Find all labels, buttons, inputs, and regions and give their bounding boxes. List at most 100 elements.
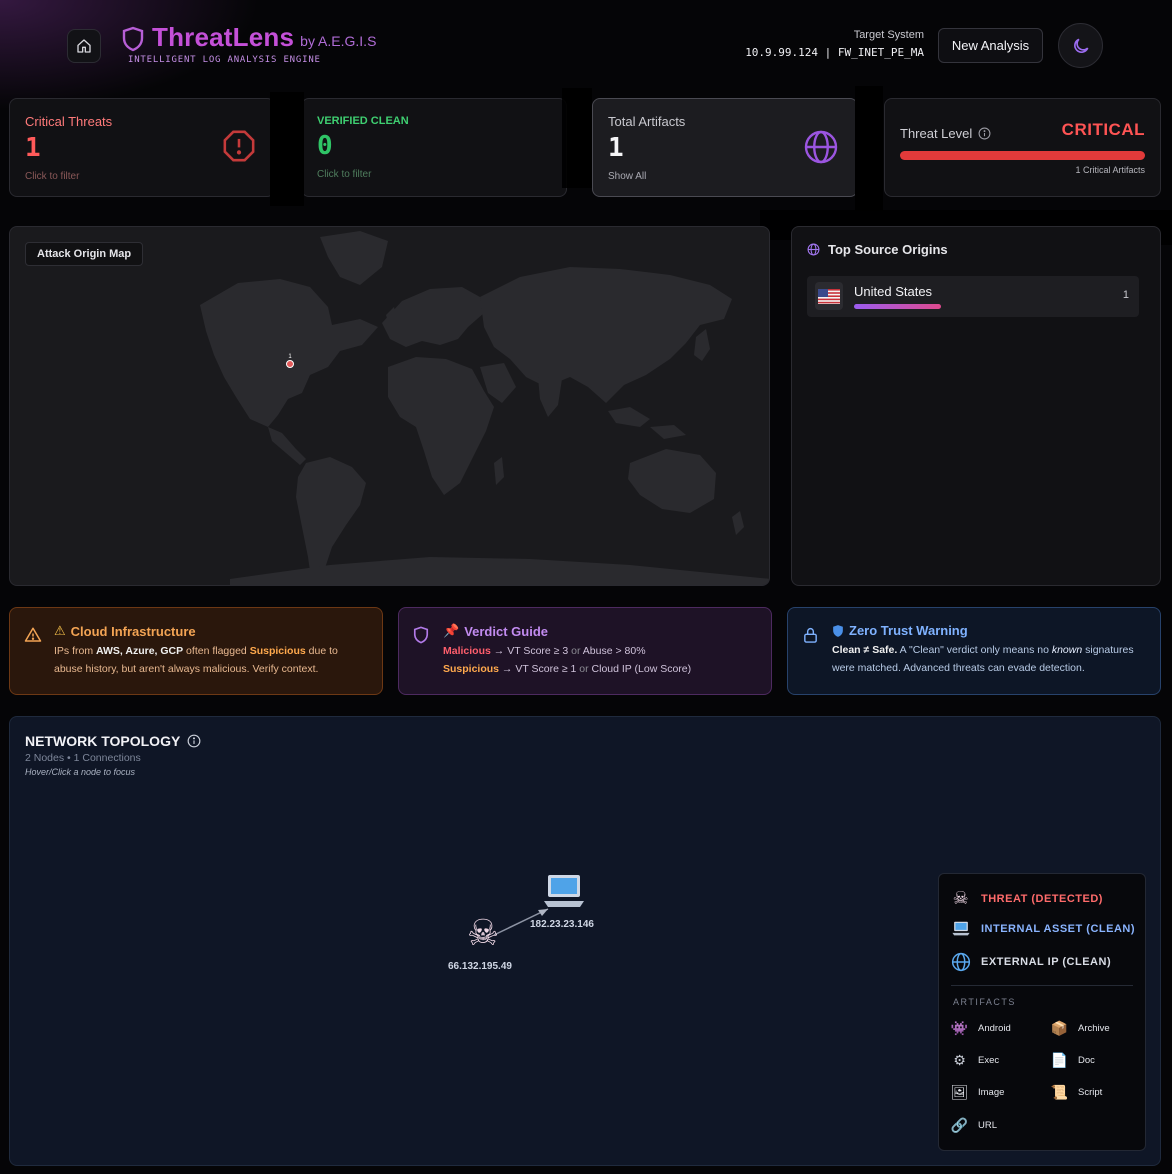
total-artifacts-card[interactable]: Total Artifacts 1 Show All <box>592 98 858 197</box>
origin-marker[interactable] <box>286 360 294 368</box>
home-button[interactable] <box>67 29 101 63</box>
verdict-rule: Cloud IP (Low Score) <box>588 663 692 675</box>
card-hint: Click to filter <box>317 169 372 180</box>
info-body: Malicious → VT Score ≥ 3 or Abuse > 80% … <box>443 642 756 678</box>
pushpin-icon: 📌 <box>443 623 460 638</box>
verdict-or: or <box>579 663 589 675</box>
threat-level-value: CRITICAL <box>1061 120 1145 139</box>
artifact-label: Archive <box>1078 1023 1110 1034</box>
threat-level-bar <box>900 151 1145 160</box>
legend-internal: INTERNAL ASSET (CLEAN) <box>951 920 1135 938</box>
shield-outline-icon <box>413 626 429 644</box>
home-icon <box>77 39 91 53</box>
artifact-label: Android <box>978 1023 1011 1034</box>
lock-icon <box>804 627 817 643</box>
globe-icon <box>951 952 971 972</box>
verdict-malicious: Malicious <box>443 645 491 657</box>
verdict-suspicious: Suspicious <box>443 663 500 675</box>
globe-icon <box>807 243 820 256</box>
verified-clean-card[interactable]: VERIFIED CLEAN 0 Click to filter <box>301 98 567 197</box>
topology-legend: ☠ THREAT (DETECTED) INTERNAL ASSET (CLEA… <box>938 873 1146 1151</box>
warning-triangle-icon <box>24 627 42 642</box>
card-title: VERIFIED CLEAN <box>317 115 409 127</box>
brand: ThreatLens by A.E.G.I.S INTELLIGENT LOG … <box>118 22 376 65</box>
info-text: IPs from <box>54 645 97 657</box>
shadow-artifact <box>270 92 304 206</box>
info-title: Cloud Infrastructure <box>70 623 196 639</box>
warning-emoji-icon: ⚠ <box>54 623 66 638</box>
verdict-rule: → VT Score ≥ 3 <box>490 645 572 657</box>
map-label: Attack Origin Map <box>25 242 144 266</box>
verdict-rule-suspicious: Suspicious → VT Score ≥ 1 or Cloud IP (L… <box>443 660 756 678</box>
target-label: Target System <box>853 29 924 41</box>
node-label: 66.132.195.49 <box>448 961 512 972</box>
info-icon[interactable] <box>978 127 991 140</box>
info-title-row: Zero Trust Warning <box>832 623 1145 638</box>
info-title-row: ⚠ Cloud Infrastructure <box>54 623 367 639</box>
target-system: Target System 10.9.99.124 | FW_INET_PE_M… <box>745 29 924 59</box>
artifact-label: Image <box>978 1087 1005 1098</box>
scroll-icon: 📜 <box>1050 1084 1069 1100</box>
info-highlight: known <box>1051 644 1083 656</box>
card-value: 0 <box>317 131 333 161</box>
theme-toggle-button[interactable] <box>1058 23 1103 68</box>
artifact-image: 🖼 Image <box>950 1084 1005 1101</box>
legend-divider <box>951 985 1133 986</box>
verdict-rule-malicious: Malicious → VT Score ≥ 3 or Abuse > 80% <box>443 642 756 660</box>
node-label: 182.23.23.146 <box>530 919 594 930</box>
us-flag-icon <box>815 282 843 310</box>
artifact-url: 🔗 URL <box>951 1117 997 1134</box>
archive-icon: 📦 <box>1050 1020 1069 1036</box>
info-highlight: Clean ≠ Safe. <box>832 644 898 656</box>
image-icon: 🖼 <box>950 1084 969 1100</box>
info-text: A "Clean" verdict only means no <box>897 644 1052 656</box>
globe-icon <box>804 130 838 164</box>
legend-label: THREAT (DETECTED) <box>981 892 1103 905</box>
artifact-exec: ⚙ Exec <box>951 1052 999 1069</box>
cloud-infrastructure-box: ⚠ Cloud Infrastructure IPs from AWS, Azu… <box>9 607 383 695</box>
document-icon: 📄 <box>1050 1052 1069 1068</box>
info-text: often flagged <box>183 645 250 657</box>
us-flag <box>818 288 840 304</box>
legend-label: EXTERNAL IP (CLEAN) <box>981 956 1112 968</box>
world-map: 1 <box>200 231 769 585</box>
threat-level-hint: 1 Critical Artifacts <box>1075 165 1145 175</box>
gear-icon: ⚙ <box>953 1052 966 1068</box>
origins-title: Top Source Origins <box>828 242 948 257</box>
artifact-script: 📜 Script <box>1050 1084 1103 1101</box>
info-highlight: Suspicious <box>249 645 306 657</box>
card-title: Critical Threats <box>25 114 113 129</box>
new-analysis-button[interactable]: New Analysis <box>938 28 1043 63</box>
shadow-artifact <box>855 86 883 211</box>
verdict-guide-box: 📌 Verdict Guide Malicious → VT Score ≥ 3… <box>398 607 772 695</box>
topology-node-threat[interactable]: ☠ <box>457 911 509 955</box>
info-body: Clean ≠ Safe. A "Clean" verdict only mea… <box>832 641 1145 677</box>
skull-crossbones-icon: ☠ <box>466 912 500 953</box>
origin-count: 1 <box>1122 289 1129 301</box>
attack-origin-map[interactable]: 1 Attack Origin Map <box>9 226 770 586</box>
card-hint: Click to filter <box>25 171 80 182</box>
top-source-origins-panel: Top Source Origins United States 1 <box>791 226 1161 586</box>
artifact-android: 👾 Android <box>951 1020 1011 1037</box>
origins-title-row: Top Source Origins <box>807 242 948 257</box>
alert-octagon-icon <box>223 130 255 162</box>
origin-row[interactable]: United States 1 <box>807 276 1139 317</box>
skull-crossbones-icon: ☠ <box>952 888 970 908</box>
info-title: Zero Trust Warning <box>849 623 968 638</box>
artifact-label: Doc <box>1078 1055 1095 1066</box>
artifact-label: Exec <box>978 1055 1000 1066</box>
target-value: 10.9.99.124 | FW_INET_PE_MA <box>745 46 924 59</box>
artifact-label: Script <box>1078 1087 1103 1098</box>
blue-shield-icon <box>833 624 843 637</box>
brand-subtitle: INTELLIGENT LOG ANALYSIS ENGINE <box>128 55 321 65</box>
brand-name: ThreatLens <box>152 22 295 52</box>
artifact-label: URL <box>978 1120 998 1131</box>
origin-country: United States <box>854 284 933 299</box>
topology-node-internal[interactable] <box>542 871 586 913</box>
critical-threats-card[interactable]: Critical Threats 1 Click to filter <box>9 98 275 197</box>
artifact-doc: 📄 Doc <box>1051 1052 1095 1069</box>
origin-bar <box>854 304 941 309</box>
legend-label: INTERNAL ASSET (CLEAN) <box>981 923 1135 935</box>
info-highlight: AWS, Azure, GCP <box>96 645 184 657</box>
card-hint: Show All <box>608 171 647 182</box>
